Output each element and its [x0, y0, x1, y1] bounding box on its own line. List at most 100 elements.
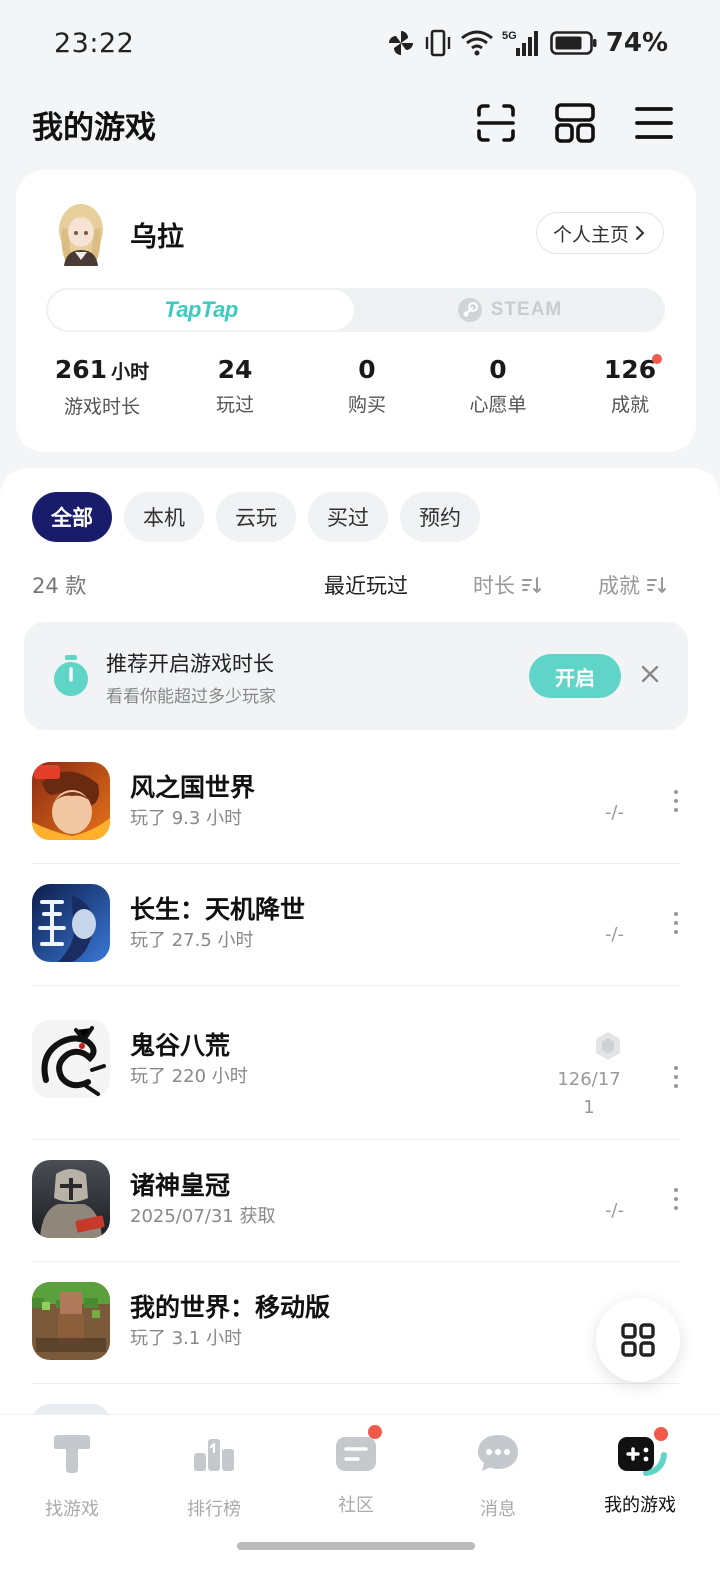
avatar[interactable] — [52, 200, 110, 266]
stat-unit: 小时 — [111, 361, 150, 383]
stat-wishlist[interactable]: 0 心愿单 — [432, 354, 564, 417]
bottom-navigation: 找游戏 排行榜 社区 消息 我的游戏 — [0, 1414, 720, 1585]
sort-icon — [647, 577, 666, 594]
filter-chip-cloud[interactable]: 云玩 — [216, 492, 296, 542]
stat-label: 成就 — [610, 394, 649, 416]
nav-messages[interactable]: 消息 — [426, 1429, 570, 1521]
vibrate-icon — [425, 29, 450, 57]
stat-value: 0 — [489, 355, 507, 384]
sort-playtime-label: 时长 — [473, 574, 515, 598]
message-icon — [478, 1435, 518, 1471]
game-name: 风之国世界 — [130, 773, 256, 802]
sort-playtime[interactable]: 时长 — [473, 570, 541, 600]
game-row[interactable]: 我的世界：移动版 玩了 3.1 小时 — [32, 1262, 680, 1384]
steam-label: STEAM — [490, 299, 563, 320]
sort-recent-label: 最近玩过 — [324, 574, 408, 598]
stat-achievements[interactable]: 126 成就 — [564, 354, 696, 417]
achievement-badge-icon — [596, 1032, 620, 1060]
signal-5g-icon: 5G — [502, 30, 538, 56]
recommendation-title: 推荐开启游戏时长 — [106, 652, 274, 676]
platform-tab-steam[interactable]: STEAM — [356, 290, 663, 330]
more-options-icon[interactable] — [672, 1066, 680, 1092]
game-row[interactable]: 诸神皇冠 2025/07/31 获取 -/- — [32, 1140, 680, 1262]
stat-played[interactable]: 24 玩过 — [169, 354, 301, 417]
close-icon[interactable] — [638, 662, 662, 686]
stat-value: 126 — [603, 355, 657, 384]
stat-playtime[interactable]: 261 小时 游戏时长 — [36, 354, 168, 419]
more-options-icon[interactable] — [672, 912, 680, 938]
page-title: 我的游戏 — [32, 110, 156, 146]
stat-value: 261 — [54, 355, 108, 384]
game-achievement-progress: -/- — [604, 924, 624, 945]
sort-achievements[interactable]: 成就 — [598, 570, 666, 600]
profile-home-label: 个人主页 — [552, 223, 629, 246]
game-icon — [32, 1160, 110, 1238]
more-options-icon[interactable] — [672, 1188, 680, 1214]
notification-dot — [654, 1427, 668, 1441]
nav-find-games[interactable]: 找游戏 — [0, 1429, 144, 1521]
filter-chip-reserved[interactable]: 预约 — [400, 492, 480, 542]
nav-label: 社区 — [338, 1495, 374, 1516]
stat-label: 玩过 — [215, 394, 254, 416]
game-playtime: 玩了 3.1 小时 — [130, 1328, 243, 1349]
profile-home-button[interactable]: 个人主页 — [535, 212, 664, 254]
battery-percentage: 74% — [605, 28, 668, 58]
platform-tab-taptap[interactable]: TapTap — [48, 290, 354, 330]
notification-dot — [652, 354, 662, 364]
filter-chip-bought[interactable]: 买过 — [308, 492, 388, 542]
home-indicator[interactable] — [237, 1542, 475, 1550]
nav-my-games[interactable]: 我的游戏 — [568, 1427, 712, 1517]
filter-chip-local[interactable]: 本机 — [124, 492, 204, 542]
game-name: 鬼谷八荒 — [130, 1031, 231, 1060]
nav-ranking[interactable]: 排行榜 — [142, 1429, 286, 1521]
status-time: 23:22 — [54, 28, 135, 59]
game-icon — [32, 762, 110, 840]
layout-grid-icon[interactable] — [554, 102, 596, 144]
layout-toggle-button[interactable] — [596, 1298, 680, 1382]
pinwheel-icon — [388, 31, 413, 55]
status-icons: 5G 74% — [386, 28, 668, 58]
nav-label: 消息 — [480, 1499, 516, 1520]
game-count: 24 款 — [32, 574, 87, 598]
status-bar: 23:22 5G 74% — [0, 0, 720, 90]
ranking-icon — [194, 1439, 234, 1471]
game-icon — [32, 1020, 110, 1098]
stat-label: 游戏时长 — [63, 396, 140, 418]
scan-icon[interactable] — [475, 102, 517, 144]
enable-playtime-button[interactable]: 开启 — [529, 654, 621, 698]
game-achievement-progress: -/- — [604, 1200, 624, 1221]
chevron-right-icon — [636, 226, 645, 240]
more-options-icon[interactable] — [672, 790, 680, 816]
stat-purchased[interactable]: 0 购买 — [301, 354, 433, 417]
game-row[interactable]: 长生：天机降世 玩了 27.5 小时 -/- — [32, 864, 680, 986]
game-acquired-date: 2025/07/31 获取 — [130, 1206, 276, 1227]
notification-dot — [368, 1425, 382, 1439]
game-playtime: 玩了 9.3 小时 — [130, 808, 243, 829]
playtime-recommendation-banner: 推荐开启游戏时长 看看你能超过多少玩家 开启 — [24, 622, 688, 730]
sort-recent[interactable]: 最近玩过 — [324, 570, 408, 600]
svg-text:5G: 5G — [502, 30, 517, 42]
game-icon — [32, 884, 110, 962]
recommendation-subtitle: 看看你能超过多少玩家 — [106, 687, 276, 707]
filter-chip-all[interactable]: 全部 — [32, 492, 112, 542]
username: 乌拉 — [130, 222, 184, 253]
stopwatch-icon — [54, 655, 88, 696]
game-row[interactable]: 风之国世界 玩了 9.3 小时 -/- — [32, 742, 680, 864]
stat-label: 购买 — [347, 394, 386, 416]
wifi-icon — [460, 30, 493, 56]
page-header: 我的游戏 — [0, 90, 720, 160]
game-row[interactable]: 鬼谷八荒 玩了 220 小时 126/171 — [32, 986, 680, 1140]
game-achievement-progress: 126/171 — [557, 1069, 621, 1118]
filter-chips: 全部 本机 云玩 买过 预约 — [32, 492, 480, 542]
menu-icon[interactable] — [633, 102, 675, 144]
stat-value: 0 — [358, 355, 376, 384]
game-playtime: 玩了 220 小时 — [130, 1066, 248, 1087]
nav-community[interactable]: 社区 — [284, 1425, 428, 1517]
sort-achievements-label: 成就 — [598, 574, 640, 598]
game-name: 我的世界：移动版 — [130, 1293, 331, 1322]
taptap-icon — [54, 1435, 90, 1473]
platform-switch: TapTap STEAM — [46, 288, 665, 332]
grid-icon — [621, 1323, 655, 1357]
game-list-panel: 全部 本机 云玩 买过 预约 24 款 最近玩过 时长 成就 推荐开启游戏时长 … — [0, 468, 720, 1428]
sort-icon — [522, 577, 541, 594]
